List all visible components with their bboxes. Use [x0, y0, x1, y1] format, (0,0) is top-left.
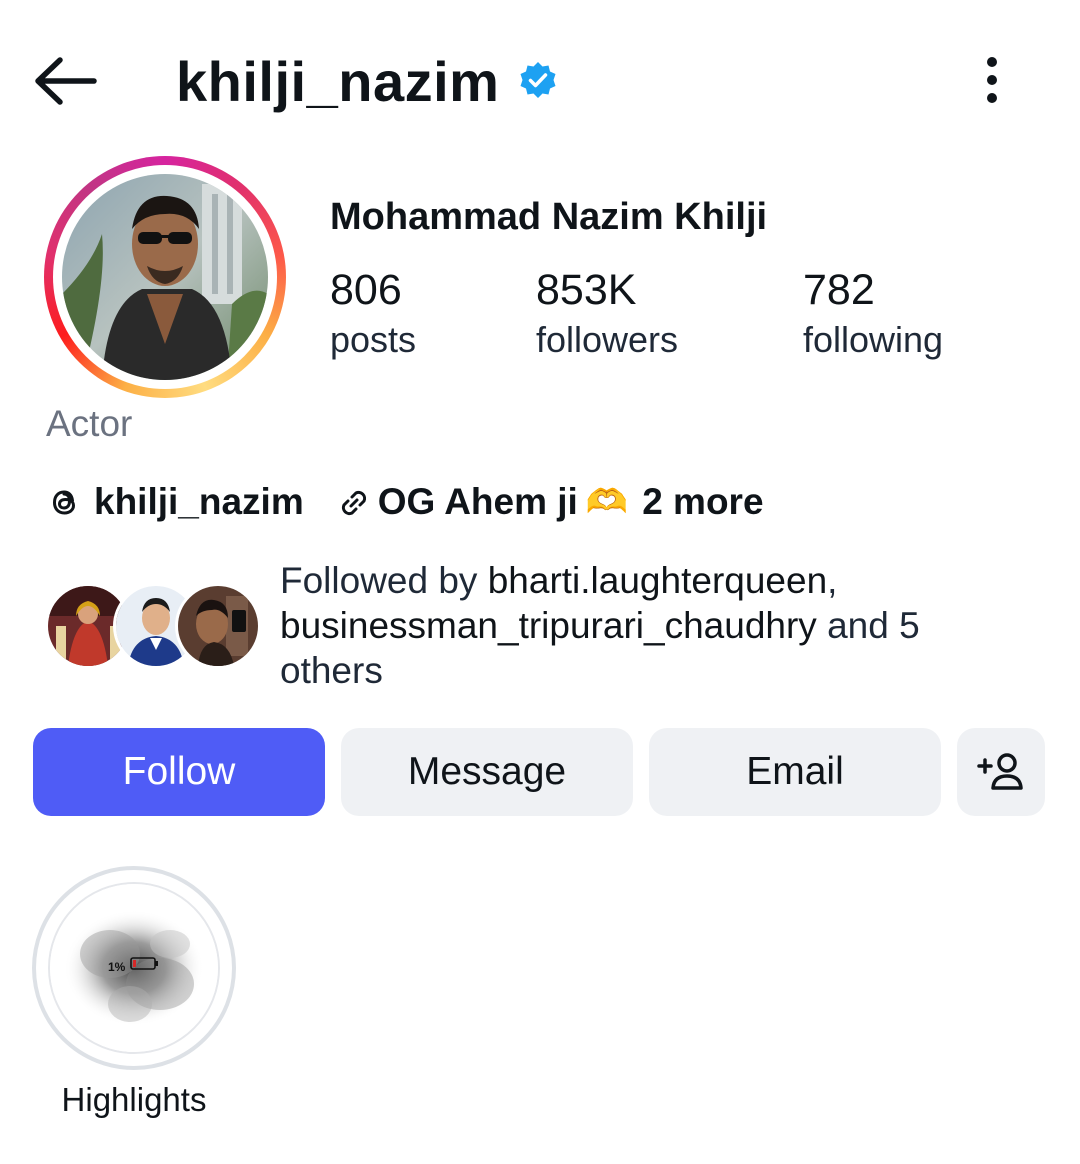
more-vertical-icon — [987, 57, 997, 103]
stat-following[interactable]: 782 following — [803, 264, 943, 364]
following-count: 782 — [803, 266, 875, 314]
add-person-icon — [977, 753, 1023, 790]
profile-links-row: khilji_nazim OG Ahem ji 🫶 2 more — [44, 476, 764, 528]
suggested-users-button[interactable] — [957, 728, 1045, 816]
highlight-label: Highlights — [61, 1081, 207, 1118]
external-link[interactable]: OG Ahem ji 🫶 — [334, 476, 628, 528]
avatar[interactable] — [62, 174, 268, 380]
back-button[interactable] — [28, 50, 104, 112]
email-button[interactable]: Email — [649, 728, 941, 816]
story-ring[interactable] — [44, 156, 286, 398]
chain-link-icon — [341, 490, 366, 516]
arrow-left-icon — [35, 57, 97, 105]
threads-icon — [52, 490, 76, 515]
mutual-follower-1[interactable]: bharti.laughterqueen — [488, 560, 827, 601]
profile-full-name: Mohammad Nazim Khilji — [330, 196, 768, 238]
highlight-item[interactable]: 1% — [32, 866, 236, 1070]
follower-avatar-3[interactable] — [175, 583, 261, 669]
link-text: OG Ahem ji — [377, 481, 578, 522]
followers-count: 853K — [536, 266, 637, 314]
more-options-button[interactable] — [968, 52, 1016, 108]
followed-by-prefix: Followed by — [280, 560, 488, 601]
highlight-cover: 1% — [48, 882, 220, 1054]
stat-posts[interactable]: 806 posts — [330, 264, 416, 364]
profile-username: khilji_nazim — [176, 50, 500, 113]
more-links-button[interactable]: 2 more — [642, 476, 763, 528]
followed-by-separator: , — [827, 560, 838, 601]
highlight-cover-text: 1% — [108, 960, 126, 974]
posts-label: posts — [330, 319, 417, 360]
stat-followers[interactable]: 853K followers — [536, 264, 678, 364]
followers-label: followers — [536, 319, 679, 360]
threads-link[interactable]: khilji_nazim — [44, 476, 304, 528]
threads-handle: khilji_nazim — [94, 481, 304, 522]
mutual-follower-2[interactable]: businessman_tripurari_chaudhry — [280, 605, 817, 646]
follow-button[interactable]: Follow — [33, 728, 325, 816]
followed-by-text[interactable]: Followed by bharti.laughterqueen, busine… — [280, 558, 1000, 693]
following-label: following — [803, 319, 944, 360]
posts-count: 806 — [330, 266, 402, 314]
profile-category: Actor — [46, 403, 133, 444]
message-button[interactable]: Message — [341, 728, 633, 816]
verified-badge-icon — [518, 60, 558, 100]
heart-hands-emoji: 🫶 — [585, 483, 629, 521]
